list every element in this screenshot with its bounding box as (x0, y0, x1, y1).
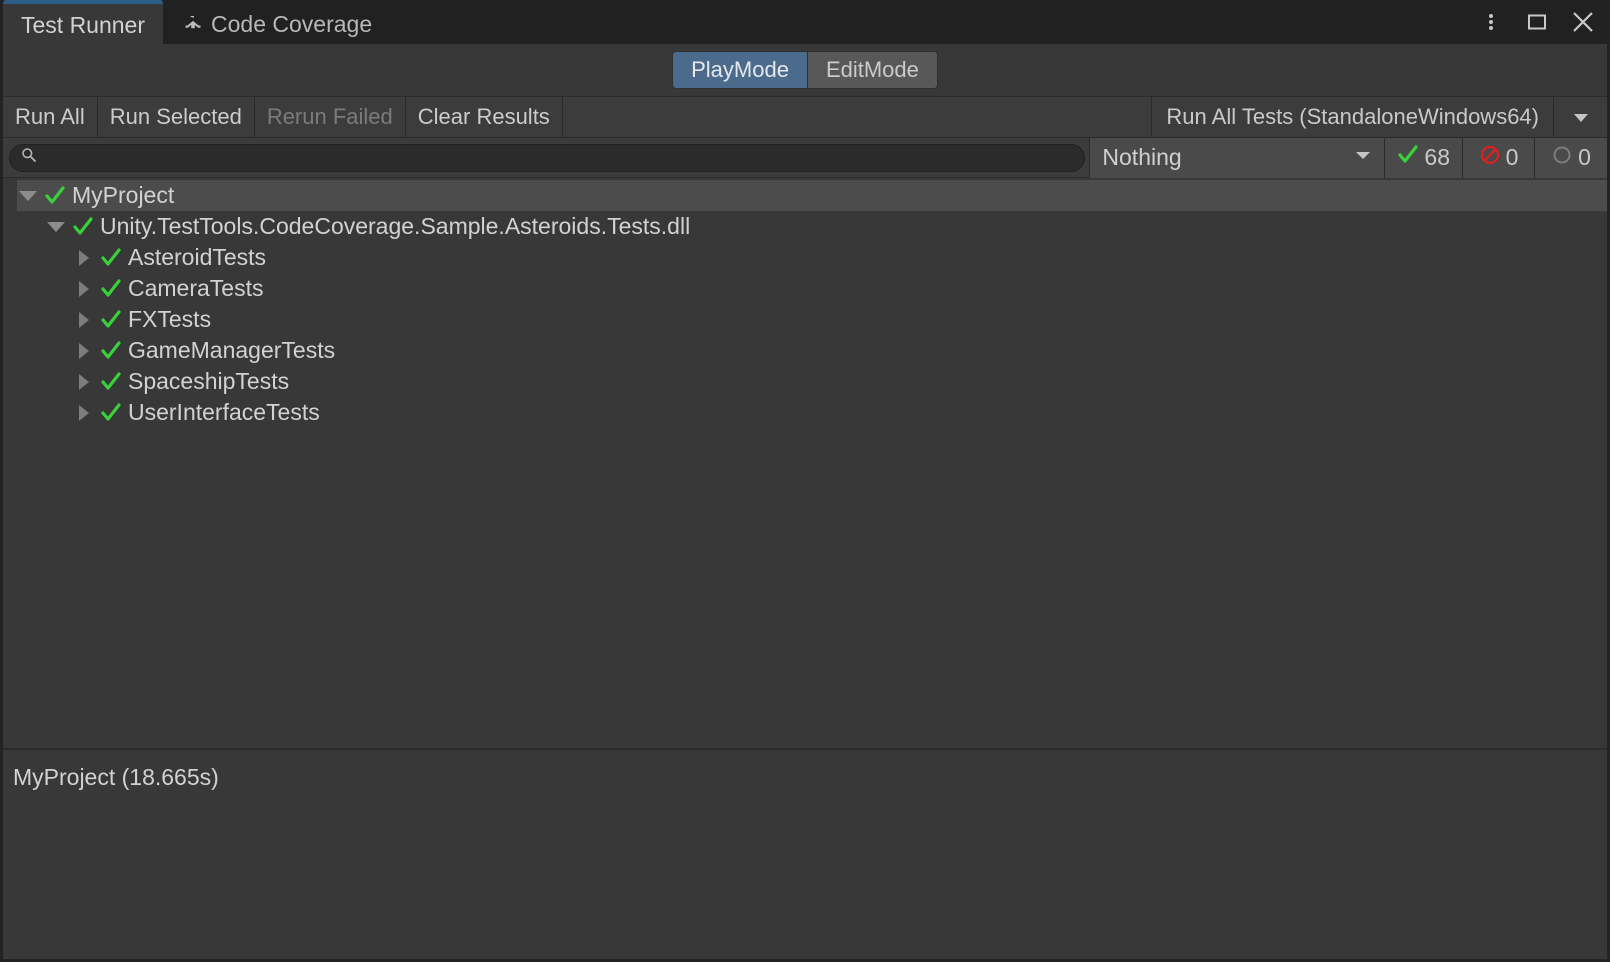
tree-row[interactable]: FXTests (3, 304, 1607, 335)
mode-playmode-button[interactable]: PlayMode (672, 51, 808, 89)
test-status-passed-icon (99, 401, 123, 425)
test-runner-window: Test Runner Code Coverage (0, 0, 1610, 962)
tab-test-runner-label: Test Runner (21, 14, 145, 37)
chevron-right-icon[interactable] (73, 340, 95, 362)
run-selected-button[interactable]: Run Selected (98, 97, 255, 137)
check-icon (1397, 144, 1419, 172)
chevron-right-icon[interactable] (73, 278, 95, 300)
window-menu-icon[interactable] (1477, 8, 1505, 36)
test-status-passed-icon (99, 339, 123, 363)
toolbar-overflow-chevron-down-icon[interactable] (1553, 97, 1607, 137)
tree-row-label: GameManagerTests (128, 339, 335, 362)
chevron-down-icon[interactable] (45, 216, 67, 238)
chevron-down-icon[interactable] (17, 185, 39, 207)
tree-row[interactable]: UserInterfaceTests (3, 397, 1607, 428)
counter-not-run-value: 0 (1578, 144, 1591, 171)
search-input[interactable] (44, 147, 1074, 169)
test-status-passed-icon (71, 215, 95, 239)
tree-row[interactable]: MyProject (17, 180, 1607, 211)
tree-row[interactable]: CameraTests (3, 273, 1607, 304)
tab-code-coverage-label: Code Coverage (211, 13, 372, 36)
test-status-passed-icon (43, 184, 67, 208)
chevron-down-icon (1352, 144, 1374, 172)
platform-dropdown[interactable]: Run All Tests (StandaloneWindows64) (1152, 97, 1553, 137)
counter-failed-value: 0 (1506, 144, 1519, 171)
tree-row-label: UserInterfaceTests (128, 401, 320, 424)
run-toolbar: Run All Run Selected Rerun Failed Clear … (3, 96, 1607, 138)
category-filter-dropdown[interactable]: Nothing (1089, 138, 1385, 178)
maximize-icon[interactable] (1523, 8, 1551, 36)
clear-results-button[interactable]: Clear Results (406, 97, 563, 137)
tab-code-coverage[interactable]: Code Coverage (163, 4, 390, 44)
chevron-right-icon[interactable] (73, 371, 95, 393)
search-icon (20, 146, 38, 169)
filter-row: Nothing 68 0 (3, 138, 1607, 178)
mode-selector: PlayMode EditMode (672, 51, 938, 89)
category-filter-value: Nothing (1102, 144, 1181, 171)
result-detail-panel: MyProject (18.665s) (3, 750, 1607, 959)
test-status-passed-icon (99, 277, 123, 301)
mode-selector-row: PlayMode EditMode (3, 44, 1607, 96)
tree-row-label: CameraTests (128, 277, 263, 300)
window-tab-bar: Test Runner Code Coverage (3, 0, 1607, 44)
window-controls (1477, 0, 1597, 44)
tree-row-label: SpaceshipTests (128, 370, 289, 393)
tree-row[interactable]: SpaceshipTests (3, 366, 1607, 397)
chevron-right-icon[interactable] (73, 402, 95, 424)
chevron-right-icon[interactable] (73, 247, 95, 269)
toolbar-spacer (563, 97, 1153, 137)
test-tree[interactable]: MyProject Unity.TestTools.CodeCoverage.Sa… (3, 178, 1607, 748)
counter-failed[interactable]: 0 (1463, 138, 1535, 178)
counter-passed-value: 68 (1424, 144, 1450, 171)
test-status-passed-icon (99, 308, 123, 332)
tree-row[interactable]: AsteroidTests (3, 242, 1607, 273)
test-status-passed-icon (99, 370, 123, 394)
close-icon[interactable] (1569, 8, 1597, 36)
search-field[interactable] (9, 144, 1085, 172)
test-status-passed-icon (99, 246, 123, 270)
tree-row[interactable]: Unity.TestTools.CodeCoverage.Sample.Aste… (3, 211, 1607, 242)
failed-icon (1479, 144, 1501, 172)
tree-row[interactable]: GameManagerTests (3, 335, 1607, 366)
mode-editmode-button[interactable]: EditMode (808, 51, 938, 89)
tree-row-label: Unity.TestTools.CodeCoverage.Sample.Aste… (100, 215, 690, 238)
run-all-button[interactable]: Run All (3, 97, 98, 137)
not-run-icon (1551, 144, 1573, 172)
tab-test-runner[interactable]: Test Runner (3, 0, 163, 44)
counter-passed[interactable]: 68 (1385, 138, 1463, 178)
chevron-right-icon[interactable] (73, 309, 95, 331)
counter-not-run[interactable]: 0 (1535, 138, 1607, 178)
tree-row-label: AsteroidTests (128, 246, 266, 269)
tree-row-label: FXTests (128, 308, 211, 331)
rerun-failed-button: Rerun Failed (255, 97, 406, 137)
code-coverage-icon (181, 13, 203, 35)
tree-row-label: MyProject (72, 184, 174, 207)
result-detail-text: MyProject (18.665s) (13, 764, 1607, 791)
